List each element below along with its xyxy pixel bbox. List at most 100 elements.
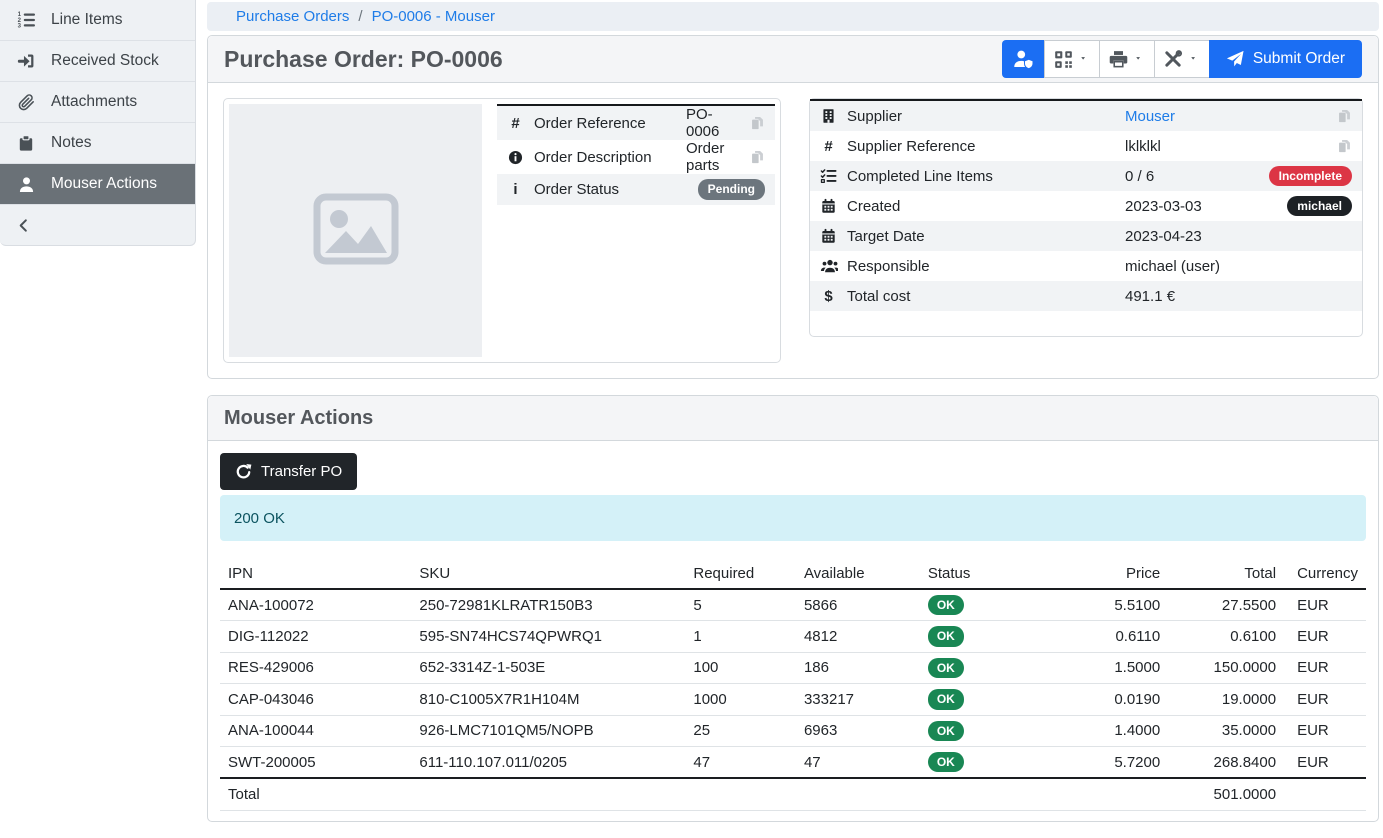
caret-down-icon [1080, 54, 1090, 64]
detail-value: lklklkl [1125, 138, 1329, 155]
line-items-table: IPNSKURequiredAvailableStatusPriceTotalC… [220, 559, 1366, 811]
copy-icon[interactable] [750, 150, 765, 165]
paperclip-icon [14, 94, 38, 111]
clipboard-icon [14, 135, 38, 151]
detail-value: Order parts [686, 140, 742, 174]
status-ok-badge: OK [928, 595, 964, 615]
footer-total-label: Total [220, 778, 411, 811]
sidebar-item-label: Notes [51, 134, 92, 152]
detail-label: Target Date [847, 228, 1125, 245]
mouser-actions-heading: Mouser Actions [208, 396, 1378, 441]
sidebar-item-received-stock[interactable]: Received Stock [0, 41, 195, 82]
supplier-detail-row-created: Created2023-03-03michael [810, 191, 1362, 221]
cell-currency: EUR [1284, 684, 1366, 715]
cell-total: 27.5500 [1168, 589, 1284, 621]
barcode-dropdown-button[interactable] [1044, 40, 1100, 78]
transfer-po-label: Transfer PO [261, 463, 342, 480]
cell-sku: 250-72981KLRATR150B3 [411, 589, 685, 621]
breadcrumb-link-po-0006-mouser[interactable]: PO-0006 - Mouser [372, 8, 495, 25]
sidebar-item-label: Attachments [51, 93, 137, 111]
cell-required: 100 [685, 652, 796, 683]
table-row: SWT-200005611-110.107.011/02054747OK5.72… [220, 746, 1366, 778]
cell-required: 25 [685, 715, 796, 746]
breadcrumb-link-purchase-orders[interactable]: Purchase Orders [236, 8, 349, 25]
supplier-detail-row-supplier: SupplierMouser [810, 101, 1362, 131]
calendar-icon [810, 198, 847, 214]
cell-currency: EUR [1284, 621, 1366, 652]
user-icon [14, 176, 38, 193]
detail-value: michael (user) [1125, 258, 1352, 275]
table-row: CAP-043046810-C1005X7R1H104M1000333217OK… [220, 684, 1366, 715]
redo-icon [235, 463, 252, 480]
footer-empty-cell [685, 778, 796, 811]
table-row: ANA-100044926-LMC7101QM5/NOPB256963OK1.4… [220, 715, 1366, 746]
sidebar-item-mouser-actions[interactable]: Mouser Actions [0, 164, 195, 205]
detail-value: Mouser [1125, 108, 1329, 125]
cell-available: 186 [796, 652, 920, 683]
supplier-detail-row-completed-line-items: Completed Line Items0 / 6Incomplete [810, 161, 1362, 191]
status-ok-badge: OK [928, 752, 964, 772]
supplier-detail-row-responsible: Responsiblemichael (user) [810, 251, 1362, 281]
column-header-available: Available [796, 559, 920, 589]
sidebar-collapse-button[interactable] [0, 205, 195, 245]
status-ok-badge: OK [928, 626, 964, 646]
cell-sku: 611-110.107.011/0205 [411, 746, 685, 778]
cell-status: OK [920, 621, 1042, 652]
order-actions-dropdown-button[interactable] [1154, 40, 1210, 78]
submit-order-button[interactable]: Submit Order [1209, 40, 1362, 78]
detail-label: Created [847, 198, 1125, 215]
mouser-actions-panel: Mouser Actions Transfer PO 200 OK IPNSKU… [207, 395, 1379, 822]
users-icon [810, 258, 847, 274]
sidebar-item-line-items[interactable]: 123Line Items [0, 0, 195, 41]
table-footer-row: Total 501.0000 [220, 778, 1366, 811]
status-alert-text: 200 OK [234, 510, 285, 527]
status-ok-badge: OK [928, 658, 964, 678]
column-header-sku: SKU [411, 559, 685, 589]
footer-empty-cell [1284, 778, 1366, 811]
table-row: ANA-100072250-72981KLRATR150B355866OK5.5… [220, 589, 1366, 621]
sidebar-item-notes[interactable]: Notes [0, 123, 195, 164]
sidebar-item-attachments[interactable]: Attachments [0, 82, 195, 123]
info-icon: i [497, 181, 534, 198]
cell-currency: EUR [1284, 652, 1366, 683]
cell-status: OK [920, 715, 1042, 746]
cell-total: 35.0000 [1168, 715, 1284, 746]
detail-value: 2023-03-03 [1125, 198, 1287, 215]
supplier-detail-row-target-date: Target Date2023-04-23 [810, 221, 1362, 251]
cell-total: 19.0000 [1168, 684, 1284, 715]
submit-order-label: Submit Order [1253, 50, 1345, 68]
cell-ipn: ANA-100072 [220, 589, 411, 621]
dollar-icon: $ [810, 288, 847, 305]
copy-icon[interactable] [1337, 139, 1352, 154]
detail-label: Supplier [847, 108, 1125, 125]
footer-total-value: 501.0000 [1168, 778, 1284, 811]
supplier-details-table: SupplierMouser#Supplier Referencelklklkl… [810, 99, 1362, 311]
cell-ipn: DIG-112022 [220, 621, 411, 652]
detail-value-link[interactable]: Mouser [1125, 108, 1175, 125]
calendar-icon [810, 228, 847, 244]
transfer-po-button[interactable]: Transfer PO [220, 453, 357, 490]
detail-label: Order Status [534, 181, 686, 198]
chevron-left-icon [16, 218, 31, 233]
status-ok-badge: OK [928, 721, 964, 741]
detail-value: 491.1 € [1125, 288, 1352, 305]
cell-status: OK [920, 746, 1042, 778]
print-dropdown-button[interactable] [1099, 40, 1155, 78]
admin-user-button[interactable] [1002, 40, 1045, 78]
mouser-actions-body: Transfer PO 200 OK IPNSKURequiredAvailab… [208, 441, 1378, 821]
column-header-status: Status [920, 559, 1042, 589]
purchase-order-panel-heading: Purchase Order: PO-0006 [208, 36, 1378, 83]
michael-badge: michael [1287, 196, 1352, 216]
svg-text:3: 3 [18, 23, 22, 29]
order-detail-row-order-status: iOrder StatusPending [497, 174, 775, 205]
building-icon [810, 108, 847, 124]
column-header-currency: Currency [1284, 559, 1366, 589]
cell-ipn: SWT-200005 [220, 746, 411, 778]
detail-label: Order Reference [534, 115, 686, 132]
cell-price: 1.4000 [1042, 715, 1168, 746]
cell-currency: EUR [1284, 715, 1366, 746]
breadcrumb: Purchase Orders / PO-0006 - Mouser [207, 2, 1379, 31]
copy-icon[interactable] [1337, 109, 1352, 124]
cell-total: 150.0000 [1168, 652, 1284, 683]
copy-icon[interactable] [750, 116, 765, 131]
